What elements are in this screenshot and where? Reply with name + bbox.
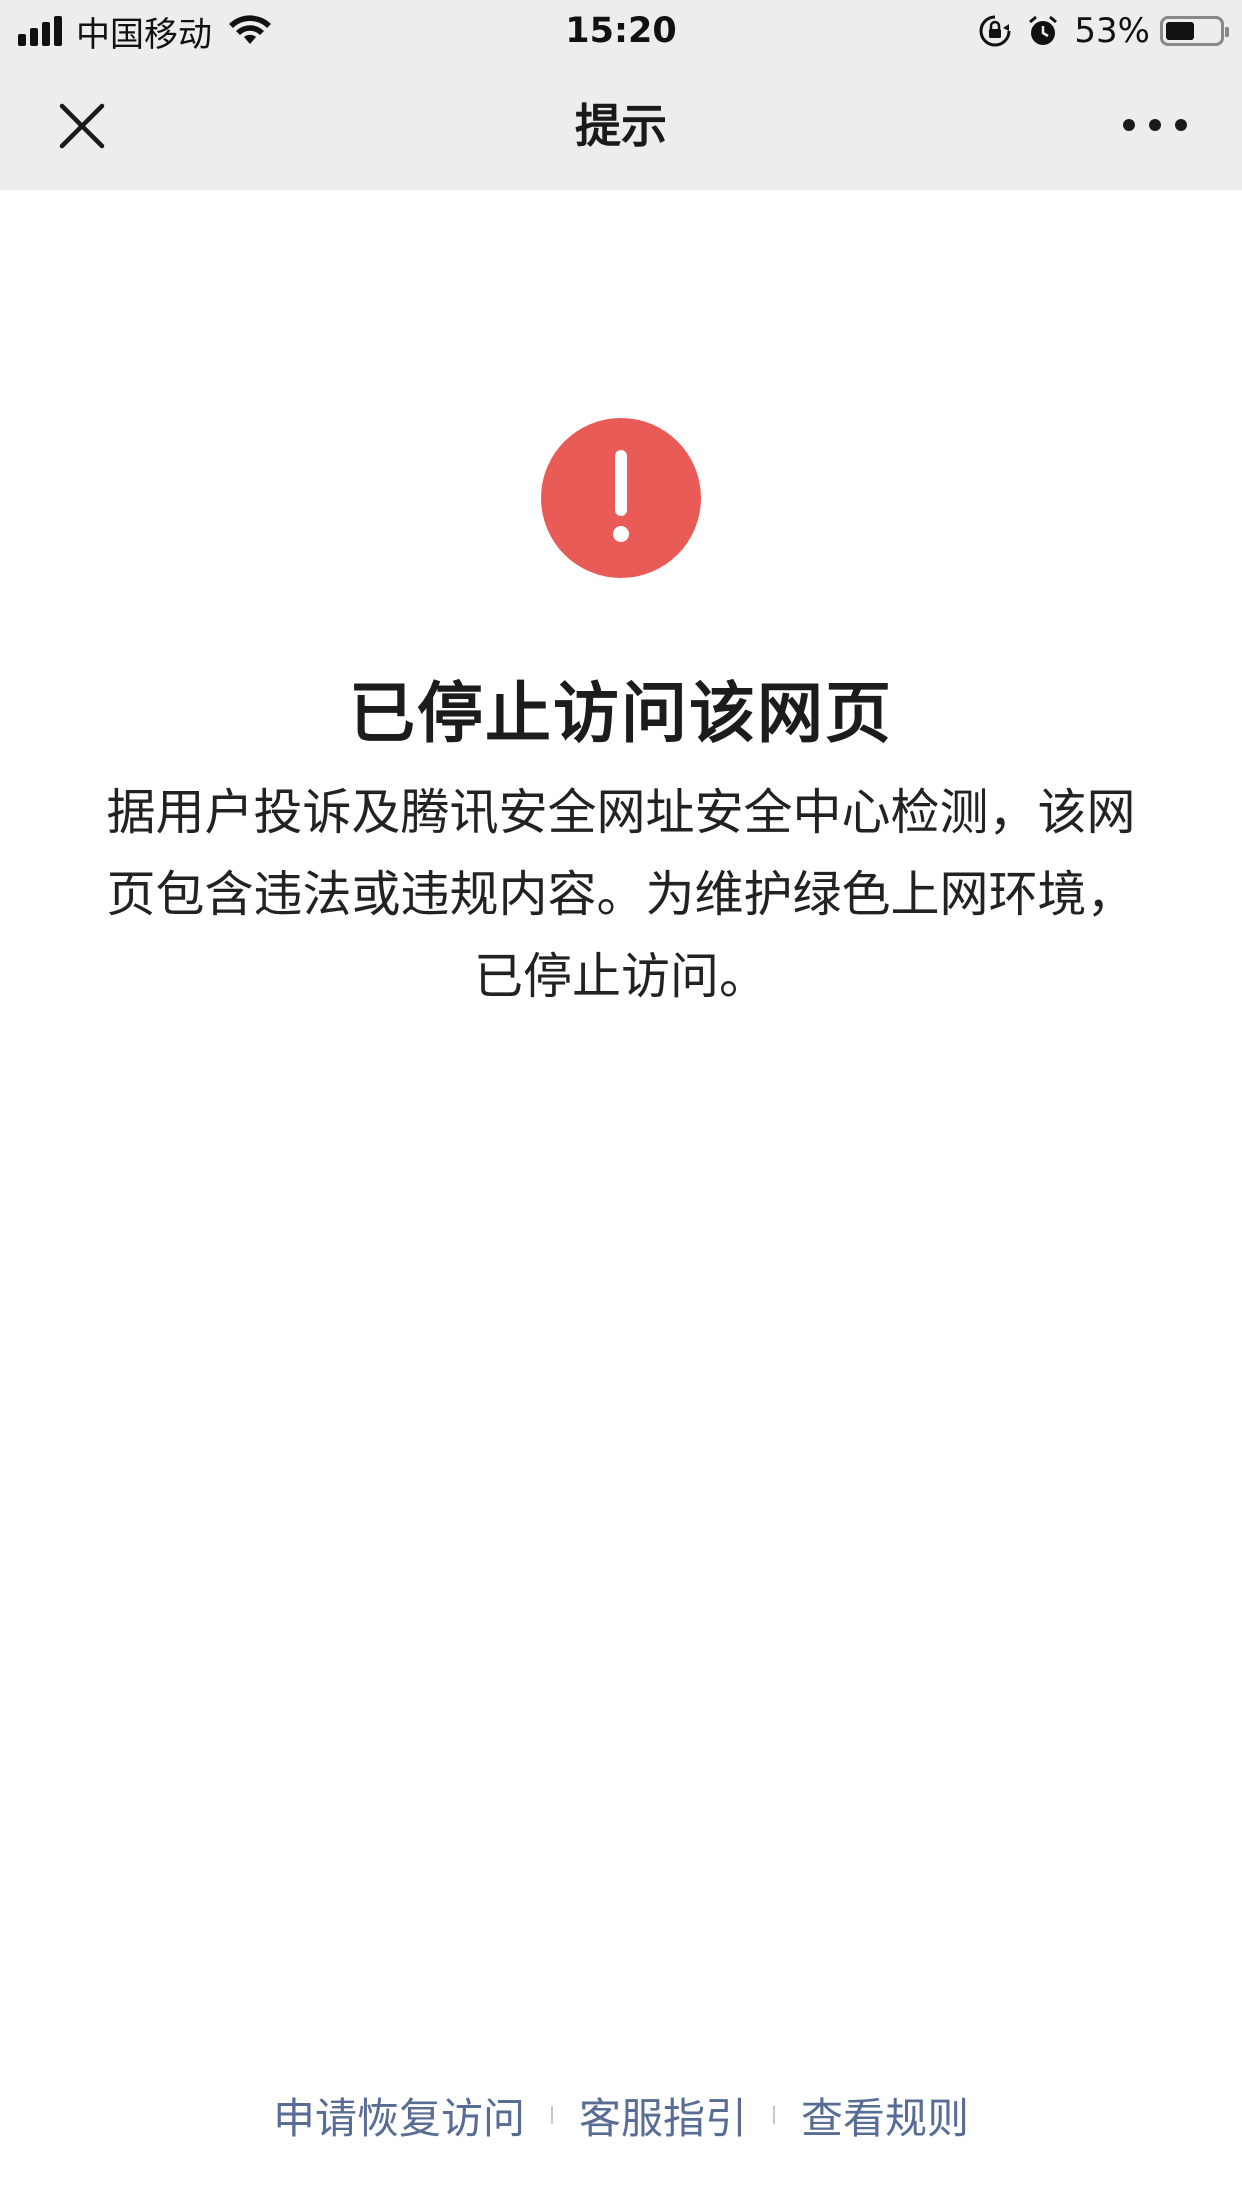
appeal-access-link[interactable]: 申请恢复访问 <box>273 2085 525 2146</box>
blocked-headline: 已停止访问该网页 <box>349 675 893 752</box>
page: 中国移动 15:20 53% 提示 已停止访问该网页 据用户投诉及腾讯安全网址安… <box>0 0 1242 2208</box>
footer-links: 申请恢复访问 客服指引 查看规则 <box>0 2080 1242 2150</box>
page-title: 提示 <box>575 99 667 153</box>
battery-icon <box>1160 16 1229 46</box>
nav-bar: 提示 <box>0 62 1242 190</box>
battery-percent: 53% <box>1074 11 1150 51</box>
blocked-description: 据用户投诉及腾讯安全网址安全中心检测，该网页包含违法或违规内容。为维护绿色上网环… <box>106 784 1136 1005</box>
alarm-icon <box>1029 15 1058 45</box>
status-bar: 中国移动 15:20 53% <box>0 0 1242 62</box>
rotation-lock-icon <box>979 15 1011 47</box>
support-guide-link[interactable]: 客服指引 <box>579 2085 747 2146</box>
view-rules-link[interactable]: 查看规则 <box>801 2085 969 2146</box>
exclamation-icon <box>541 418 701 578</box>
exclamation-glyph <box>613 450 629 542</box>
footer-divider <box>773 2106 775 2124</box>
footer-divider <box>550 2106 553 2124</box>
status-bar-right: 53% <box>978 10 1229 52</box>
more-icon[interactable] <box>1120 110 1190 140</box>
battery-fill <box>1166 22 1194 40</box>
